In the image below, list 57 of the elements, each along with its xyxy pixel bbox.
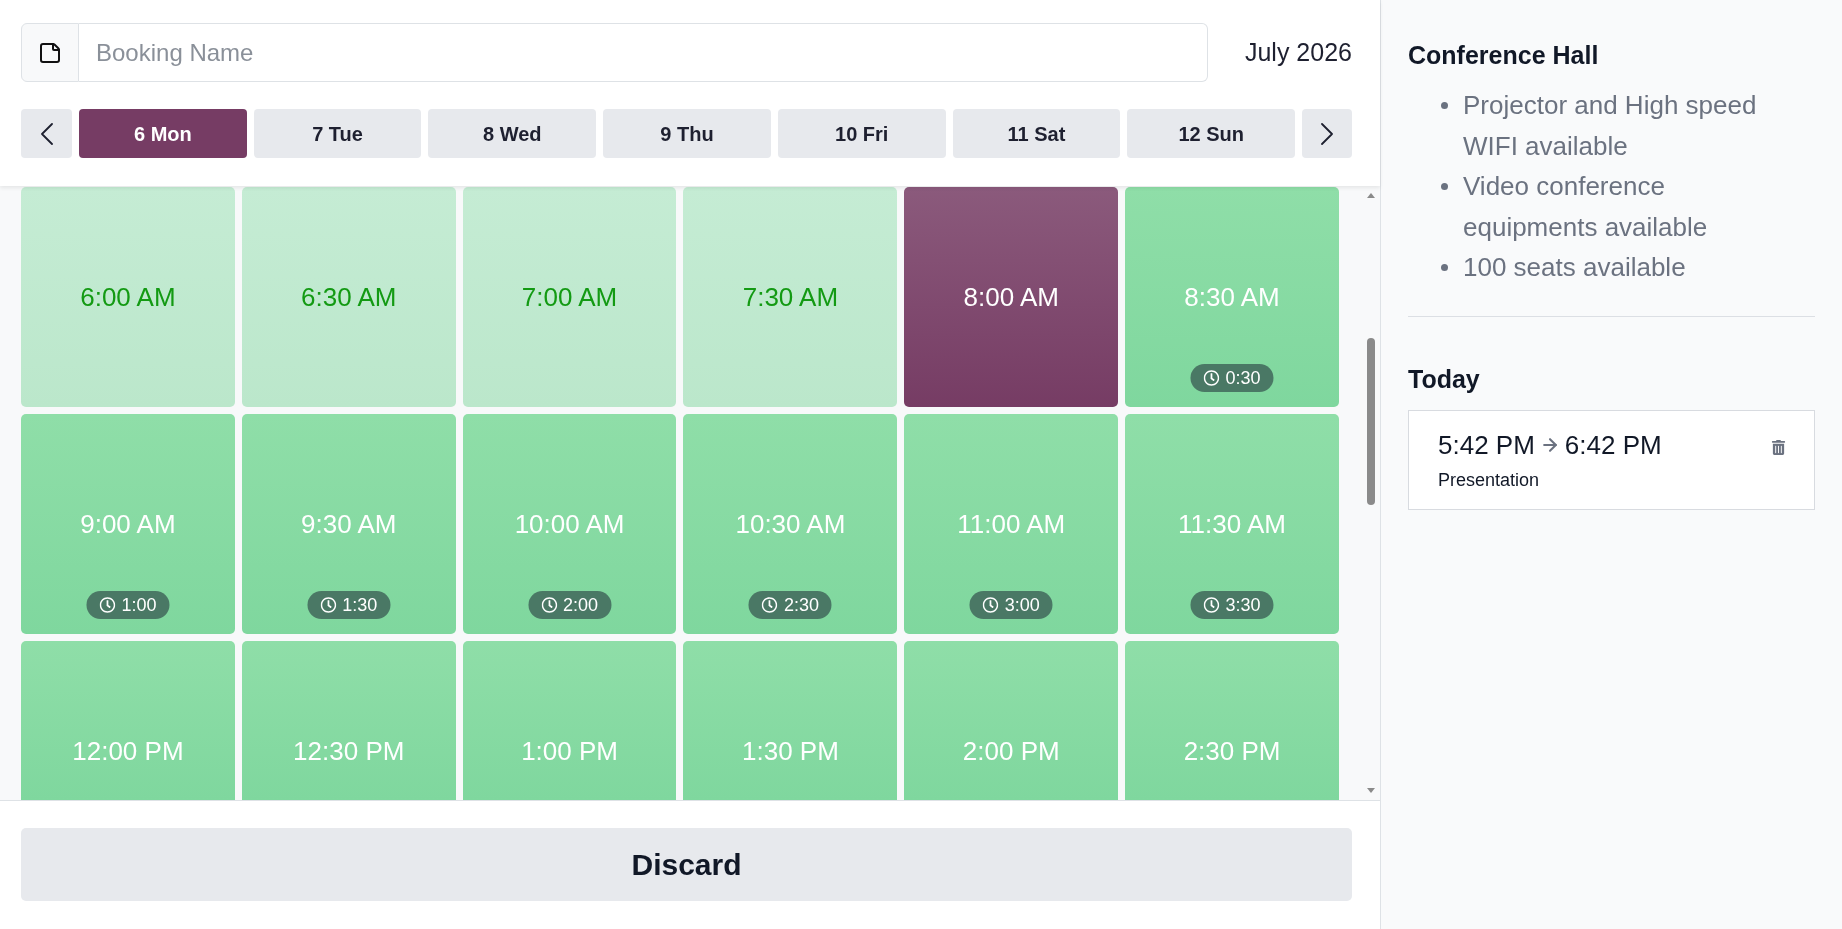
duration-badge: 1:30 [307, 591, 391, 619]
scroll-down-arrow-icon[interactable] [1367, 788, 1375, 793]
day-tab[interactable]: 12 Sun [1127, 109, 1296, 158]
bullet-icon [1441, 102, 1448, 109]
note-icon [21, 23, 79, 82]
scrollbar-thumb[interactable] [1367, 338, 1375, 505]
day-tab[interactable]: 10 Fri [777, 109, 946, 158]
day-tab[interactable]: 11 Sat [952, 109, 1121, 158]
day-tab[interactable]: 7 Tue [253, 109, 422, 158]
time-slot-button[interactable]: 8:00 AM [904, 187, 1119, 407]
time-slot-button[interactable]: 11:00 AM 3:00 [904, 414, 1119, 634]
clock-icon [99, 597, 116, 613]
booking-name-input[interactable]: Booking Name [79, 23, 1208, 82]
room-feature: 100 seats available [1463, 251, 1687, 284]
clock-icon [1203, 370, 1220, 386]
room-feature: Video conference equipments available [1463, 170, 1709, 244]
bullet-icon [1441, 264, 1448, 271]
time-slot-button[interactable]: 9:00 AM 1:00 [21, 414, 235, 634]
duration-badge: 3:00 [969, 591, 1053, 619]
next-week-button[interactable] [1302, 109, 1353, 158]
time-slot-button[interactable]: 7:00 AM [462, 187, 677, 407]
clock-icon [1203, 597, 1220, 613]
day-tab[interactable]: 9 Thu [603, 109, 771, 158]
time-slot-button[interactable]: 6:00 AM [21, 187, 235, 407]
duration-badge: 1:00 [86, 591, 170, 619]
duration-badge: 0:30 [1190, 364, 1274, 392]
duration-badge: 2:00 [528, 591, 612, 619]
room-feature: Projector and High speed WIFI available [1463, 89, 1758, 163]
time-slot-button[interactable]: 10:00 AM 2:00 [462, 414, 677, 634]
duration-badge: 3:30 [1190, 591, 1274, 619]
booking-title: Presentation [1438, 468, 1541, 492]
start-time: 5:42 PM [1438, 428, 1535, 461]
chevron-left-icon [40, 122, 53, 145]
time-slot-button[interactable]: 6:30 AM [241, 187, 456, 407]
day-tab[interactable]: 6 Mon [79, 109, 247, 158]
day-tab[interactable]: 8 Wed [428, 109, 597, 158]
month-label: July 2026 [1244, 36, 1352, 68]
clock-icon [320, 597, 337, 613]
clock-icon [982, 597, 999, 613]
time-slot-button[interactable]: 10:30 AM 2:30 [683, 414, 898, 634]
time-slot-button[interactable]: 8:30 AM 0:30 [1125, 187, 1339, 407]
chevron-right-icon [1321, 122, 1334, 145]
end-time: 6:42 PM [1564, 428, 1662, 461]
previous-week-button[interactable] [21, 109, 72, 158]
time-slot-button[interactable]: 9:30 AM 1:30 [241, 414, 456, 634]
room-name: Conference Hall [1408, 40, 1600, 70]
today-heading: Today [1408, 363, 1481, 394]
delete-booking-button[interactable] [1770, 438, 1786, 457]
time-slot-button[interactable]: 11:30 AM 3:30 [1125, 414, 1339, 634]
clock-icon [761, 597, 778, 613]
duration-badge: 2:30 [748, 591, 832, 619]
trash-icon [1770, 440, 1786, 455]
bullet-icon [1441, 183, 1448, 190]
scroll-up-arrow-icon[interactable] [1367, 193, 1375, 198]
discard-button[interactable]: Discard [21, 828, 1352, 901]
time-slot-button[interactable]: 7:30 AM [683, 187, 898, 407]
clock-icon [541, 597, 558, 613]
